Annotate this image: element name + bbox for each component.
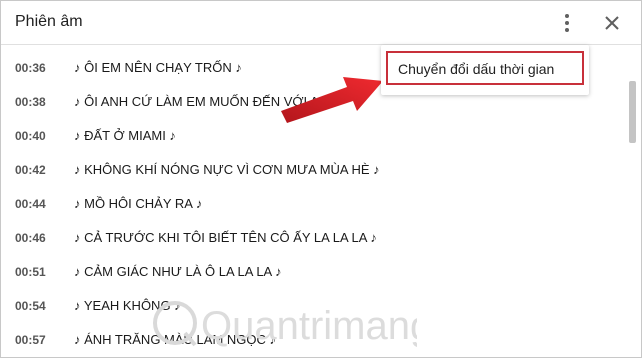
caption-text: ♪ CẢ TRƯỚC KHI TÔI BIẾT TÊN CÔ ẤY LA LA … bbox=[74, 230, 377, 245]
caption-text: ♪ CẢM GIÁC NHƯ LÀ Ô LA LA LA ♪ bbox=[74, 264, 282, 279]
close-icon[interactable] bbox=[601, 12, 623, 34]
caption-text: ♪ ÁNH TRĂNG MÀU LAM NGỌC ♪ bbox=[74, 332, 277, 347]
transcript-row[interactable]: 00:40 ♪ ĐẤT Ở MIAMI ♪ bbox=[1, 124, 625, 148]
transcript-row[interactable]: 00:51 ♪ CẢM GIÁC NHƯ LÀ Ô LA LA LA ♪ bbox=[1, 260, 625, 284]
red-arrow-annotation bbox=[277, 67, 387, 123]
caption-text: ♪ KHÔNG KHÍ NÓNG NỰC VÌ CƠN MƯA MÙA HÈ ♪ bbox=[74, 162, 380, 177]
menu-item-label: Chuyển đổi dấu thời gian bbox=[398, 61, 555, 77]
timestamp: 00:46 bbox=[15, 231, 46, 245]
caption-text: ♪ ÔI EM NÊN CHẠY TRỐN ♪ bbox=[74, 60, 242, 75]
timestamp: 00:40 bbox=[15, 129, 46, 143]
caption-text: ♪ ĐẤT Ở MIAMI ♪ bbox=[74, 128, 176, 143]
transcript-row[interactable]: 00:44 ♪ MỒ HÔI CHẢY RA ♪ bbox=[1, 192, 625, 216]
timestamp: 00:44 bbox=[15, 197, 46, 211]
timestamp: 00:54 bbox=[15, 299, 46, 313]
more-vertical-icon[interactable] bbox=[557, 11, 577, 35]
timestamp: 00:57 bbox=[15, 333, 46, 347]
panel-title: Phiên âm bbox=[15, 13, 83, 30]
options-menu: Chuyển đổi dấu thời gian bbox=[381, 45, 589, 95]
transcript-row[interactable]: 00:54 ♪ YEAH KHÔNG ♪ bbox=[1, 294, 625, 318]
panel-header: Phiên âm bbox=[1, 1, 641, 45]
scrollbar[interactable] bbox=[627, 49, 637, 355]
transcript-row[interactable]: 00:42 ♪ KHÔNG KHÍ NÓNG NỰC VÌ CƠN MƯA MÙ… bbox=[1, 158, 625, 182]
scrollbar-thumb[interactable] bbox=[629, 81, 636, 143]
timestamp: 00:51 bbox=[15, 265, 46, 279]
caption-text: ♪ YEAH KHÔNG ♪ bbox=[74, 298, 181, 313]
transcript-row[interactable]: 00:57 ♪ ÁNH TRĂNG MÀU LAM NGỌC ♪ bbox=[1, 328, 625, 352]
timestamp: 00:36 bbox=[15, 61, 46, 75]
toggle-timestamps-menu-item[interactable]: Chuyển đổi dấu thời gian bbox=[386, 51, 584, 85]
transcript-panel: Phiên âm 00:36 ♪ ÔI EM NÊN CHẠY TRỐN ♪ 0… bbox=[0, 0, 642, 358]
timestamp: 00:38 bbox=[15, 95, 46, 109]
transcript-row[interactable]: 00:46 ♪ CẢ TRƯỚC KHI TÔI BIẾT TÊN CÔ ẤY … bbox=[1, 226, 625, 250]
caption-text: ♪ MỒ HÔI CHẢY RA ♪ bbox=[74, 196, 203, 211]
timestamp: 00:42 bbox=[15, 163, 46, 177]
